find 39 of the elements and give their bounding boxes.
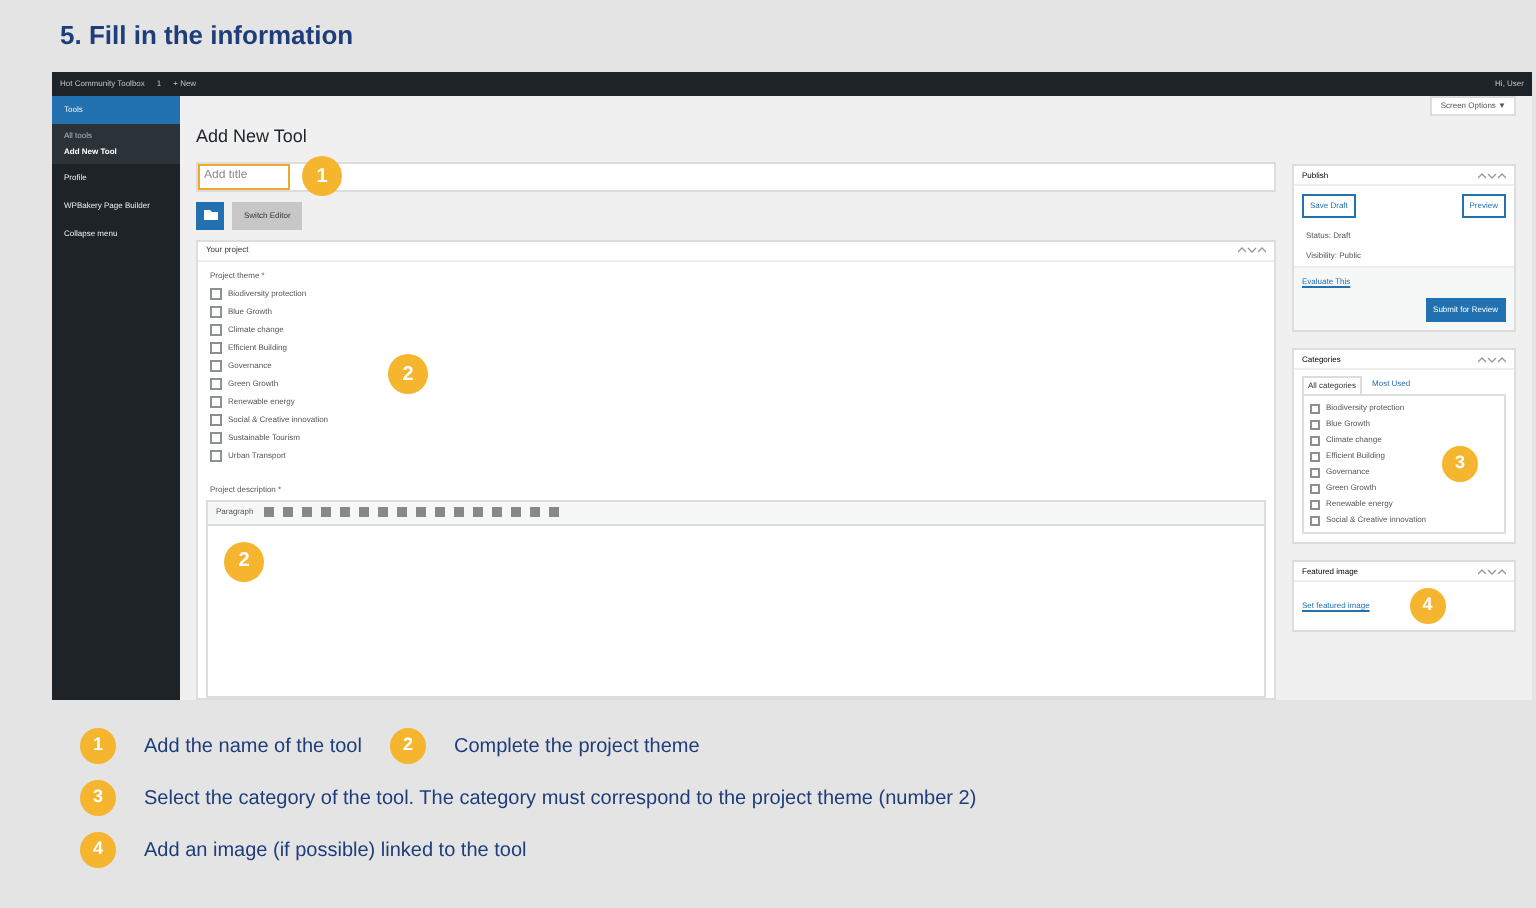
checkbox[interactable] — [1310, 483, 1320, 493]
checkbox[interactable] — [210, 395, 222, 407]
section-heading: 5. Fill in the information — [60, 18, 354, 55]
panel-arrows-icon[interactable] — [1238, 246, 1266, 254]
checkbox[interactable] — [1310, 403, 1320, 413]
legend-text: Add the name of the tool — [144, 733, 362, 761]
number-marker: 4 — [80, 832, 116, 868]
folder-icon — [203, 210, 217, 220]
checkbox[interactable] — [210, 413, 222, 425]
checkbox[interactable] — [210, 305, 222, 317]
checkbox[interactable] — [1310, 515, 1320, 525]
legend-text: Select the category of the tool. The category must correspond to the project theme (number 2) — [144, 785, 977, 813]
checkbox[interactable] — [1310, 451, 1320, 461]
checkbox[interactable] — [1310, 435, 1320, 445]
media-button[interactable] — [196, 201, 224, 229]
checkbox[interactable] — [210, 449, 222, 461]
checkbox[interactable] — [1310, 419, 1320, 429]
checkbox[interactable] — [210, 341, 222, 353]
checkbox[interactable] — [1310, 467, 1320, 477]
number-marker: 2 — [388, 354, 429, 394]
number-marker: 1 — [80, 728, 116, 764]
checkbox[interactable] — [1310, 499, 1320, 509]
panel-arrows-icon[interactable] — [1478, 567, 1506, 575]
number-marker: 3 — [80, 780, 116, 816]
number-marker: 1 — [302, 156, 342, 196]
number-marker: 4 — [1409, 588, 1446, 624]
number-marker: 2 — [389, 728, 426, 764]
panel-arrows-icon[interactable] — [1478, 171, 1506, 179]
number-marker: 3 — [1442, 446, 1479, 482]
checkbox[interactable] — [210, 287, 222, 299]
checkbox[interactable] — [210, 377, 222, 389]
page-title: Add New Tool — [196, 124, 309, 150]
panel-arrows-icon[interactable] — [1478, 355, 1506, 363]
legend-text: Add an image (if possible) linked to the tool — [144, 837, 527, 865]
legend-text: Complete the project theme — [453, 733, 700, 761]
checkbox[interactable] — [210, 431, 222, 443]
checkbox[interactable] — [210, 359, 222, 371]
number-marker: 2 — [224, 541, 264, 581]
checkbox[interactable] — [210, 323, 222, 335]
